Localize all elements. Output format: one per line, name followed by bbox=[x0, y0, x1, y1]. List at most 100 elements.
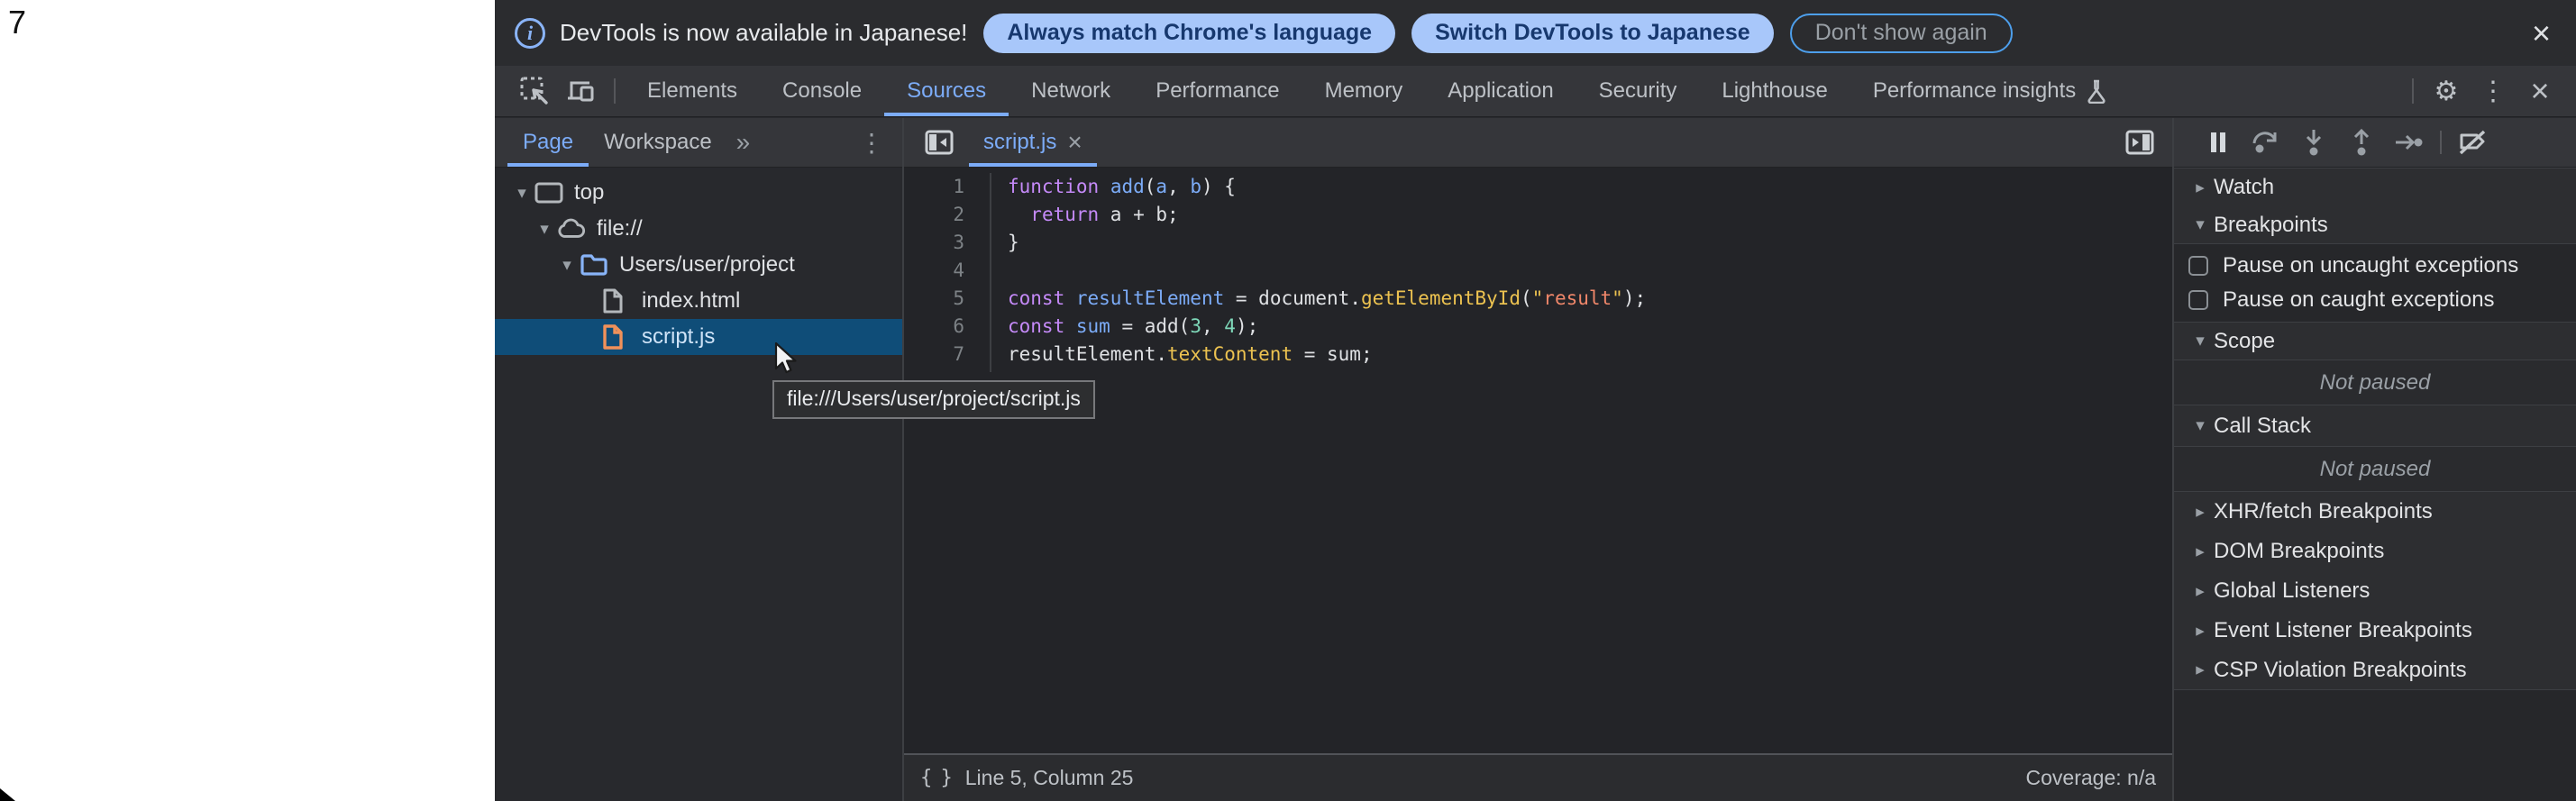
twisty-collapsed-icon[interactable]: ▸ bbox=[2187, 621, 2214, 642]
infobar-message: DevTools is now available in Japanese! bbox=[560, 19, 967, 47]
tab-memory[interactable]: Memory bbox=[1302, 66, 1426, 116]
tree-item-top[interactable]: ▾top bbox=[495, 175, 902, 211]
settings-gear-icon[interactable]: ⚙ bbox=[2423, 66, 2470, 116]
code-line: return a + b; bbox=[1008, 201, 2172, 229]
code-line: resultElement.textContent = sum; bbox=[1008, 341, 2172, 369]
section-csp-violation-breakpoints[interactable]: ▸CSP Violation Breakpoints bbox=[2174, 651, 2576, 690]
section-label: CSP Violation Breakpoints bbox=[2214, 658, 2467, 683]
tab-application[interactable]: Application bbox=[1425, 66, 1576, 116]
mouse-cursor bbox=[774, 342, 801, 377]
section-label: Breakpoints bbox=[2214, 213, 2328, 238]
checkbox-row-pause-on-caught-exceptions[interactable]: Pause on caught exceptions bbox=[2174, 283, 2576, 317]
pause-icon[interactable] bbox=[2194, 118, 2242, 167]
close-icon[interactable]: × bbox=[2517, 66, 2563, 116]
tab-label: Performance insights bbox=[1873, 78, 2076, 104]
sources-panel: PageWorkspace » ⋮ ▾top▾file://▾Users/use… bbox=[495, 118, 2576, 801]
tab-lighthouse[interactable]: Lighthouse bbox=[1699, 66, 1850, 116]
code-line: function add(a, b) { bbox=[1008, 173, 2172, 201]
navigator-tab-workspace[interactable]: Workspace bbox=[589, 118, 727, 167]
more-tabs-icon[interactable]: » bbox=[727, 118, 760, 167]
section-breakpoints[interactable]: ▾Breakpoints bbox=[2174, 206, 2576, 244]
tab-label: Console bbox=[782, 78, 862, 104]
tab-network[interactable]: Network bbox=[1009, 66, 1133, 116]
inspect-icon[interactable] bbox=[511, 66, 558, 116]
tab-label: Network bbox=[1031, 78, 1110, 104]
tab-performance-insights[interactable]: Performance insights bbox=[1850, 66, 2131, 116]
line-number: 4 bbox=[904, 257, 964, 285]
main-toolbar: Elements Console Sources Network Performance… bbox=[495, 66, 2576, 117]
checkbox-unchecked-icon[interactable] bbox=[2188, 256, 2208, 276]
tree-item-script-js[interactable]: script.js bbox=[495, 319, 902, 355]
deactivate-breakpoints-icon[interactable] bbox=[2449, 118, 2497, 167]
section-xhr-fetch-breakpoints[interactable]: ▸XHR/fetch Breakpoints bbox=[2174, 492, 2576, 532]
code-editor[interactable]: 1234567 function add(a, b) { return a + … bbox=[904, 168, 2172, 753]
section-event-listener-breakpoints[interactable]: ▸Event Listener Breakpoints bbox=[2174, 611, 2576, 651]
twisty-collapsed-icon[interactable]: ▸ bbox=[2187, 581, 2214, 602]
tab-label: Security bbox=[1599, 78, 1677, 104]
tree-item-label: script.js bbox=[642, 324, 715, 350]
step-icon[interactable] bbox=[2385, 118, 2433, 167]
navigator-tab-page[interactable]: Page bbox=[507, 118, 589, 167]
tab-elements[interactable]: Elements bbox=[625, 66, 760, 116]
screenshot-root: { "page": { "number": "7" }, "infobar": … bbox=[0, 0, 2576, 801]
tab-console[interactable]: Console bbox=[760, 66, 884, 116]
navigator-menu-icon[interactable]: ⋮ bbox=[841, 118, 902, 167]
section-global-listeners[interactable]: ▸Global Listeners bbox=[2174, 571, 2576, 611]
file-icon bbox=[602, 287, 631, 314]
pretty-print-icon[interactable]: { } bbox=[920, 767, 951, 789]
panel-expand-right-icon[interactable] bbox=[2125, 118, 2172, 167]
more-menu-icon[interactable]: ⋮ bbox=[2470, 66, 2517, 116]
twisty-open-icon[interactable]: ▾ bbox=[511, 183, 533, 204]
language-infobar: i DevTools is now available in Japanese!… bbox=[495, 0, 2576, 66]
checkbox-label: Pause on caught exceptions bbox=[2223, 287, 2495, 313]
infobar-button-always-match-chrome-s-language[interactable]: Always match Chrome's language bbox=[983, 14, 1395, 53]
twisty-open-icon[interactable]: ▾ bbox=[2187, 214, 2214, 235]
twisty-open-icon[interactable]: ▾ bbox=[2187, 415, 2214, 436]
editor-tabstrip: script.js × bbox=[904, 118, 2172, 168]
not-paused-message: Not paused bbox=[2174, 360, 2576, 405]
section-dom-breakpoints[interactable]: ▸DOM Breakpoints bbox=[2174, 532, 2576, 571]
tree-item-label: Users/user/project bbox=[619, 252, 795, 278]
tree-item-index-html[interactable]: index.html bbox=[495, 283, 902, 319]
infobar-close-icon[interactable]: × bbox=[2532, 17, 2551, 50]
editor-tab-label: script.js bbox=[983, 130, 1056, 155]
not-paused-message: Not paused bbox=[2174, 447, 2576, 492]
debugger-pane: ▸Watch▾BreakpointsPause on uncaught exce… bbox=[2174, 118, 2576, 801]
tab-performance[interactable]: Performance bbox=[1133, 66, 1302, 116]
step-out-icon[interactable] bbox=[2337, 118, 2385, 167]
twisty-open-icon[interactable]: ▾ bbox=[556, 255, 578, 276]
flask-icon bbox=[2085, 78, 2108, 104]
twisty-collapsed-icon[interactable]: ▸ bbox=[2187, 660, 2214, 680]
navigator-tabs: PageWorkspace bbox=[507, 118, 727, 167]
twisty-open-icon[interactable]: ▾ bbox=[2187, 331, 2214, 351]
breakpoints-options: Pause on uncaught exceptions Pause on cau… bbox=[2174, 244, 2576, 323]
tab-security[interactable]: Security bbox=[1576, 66, 1700, 116]
twisty-open-icon[interactable]: ▾ bbox=[534, 219, 555, 240]
debugger-toolbar bbox=[2174, 118, 2576, 168]
tab-close-icon[interactable]: × bbox=[1067, 128, 1082, 157]
step-over-icon[interactable] bbox=[2242, 118, 2289, 167]
tab-label: Lighthouse bbox=[1722, 78, 1827, 104]
panel-collapse-left-icon[interactable] bbox=[917, 118, 962, 167]
twisty-collapsed-icon[interactable]: ▸ bbox=[2187, 542, 2214, 562]
section-scope[interactable]: ▾Scope bbox=[2174, 323, 2576, 360]
device-toolbar-icon[interactable] bbox=[558, 66, 605, 116]
section-watch[interactable]: ▸Watch bbox=[2174, 168, 2576, 206]
tree-item-file[interactable]: ▾file:// bbox=[495, 211, 902, 247]
section-call-stack[interactable]: ▾Call Stack bbox=[2174, 405, 2576, 447]
infobar-button-don-t-show-again[interactable]: Don't show again bbox=[1790, 14, 2013, 53]
checkbox-unchecked-icon[interactable] bbox=[2188, 290, 2208, 310]
step-into-icon[interactable] bbox=[2289, 118, 2337, 167]
tree-item-users-user-project[interactable]: ▾ Users/user/project bbox=[495, 247, 902, 283]
toolbar-right-controls: ⚙⋮× bbox=[2403, 66, 2576, 116]
section-label: XHR/fetch Breakpoints bbox=[2214, 499, 2433, 524]
infobar-button-switch-devtools-to-japanese[interactable]: Switch DevTools to Japanese bbox=[1411, 14, 1774, 53]
twisty-collapsed-icon[interactable]: ▸ bbox=[2187, 177, 2214, 198]
editor-tab-scriptjs[interactable]: script.js × bbox=[969, 118, 1097, 167]
checkbox-row-pause-on-uncaught-exceptions[interactable]: Pause on uncaught exceptions bbox=[2174, 249, 2576, 283]
code-content[interactable]: function add(a, b) { return a + b;}const… bbox=[991, 168, 2172, 753]
js-file-icon bbox=[602, 323, 631, 350]
tab-sources[interactable]: Sources bbox=[884, 66, 1009, 116]
twisty-collapsed-icon[interactable]: ▸ bbox=[2187, 502, 2214, 523]
file-path-tooltip: file:///Users/user/project/script.js bbox=[772, 380, 1095, 419]
